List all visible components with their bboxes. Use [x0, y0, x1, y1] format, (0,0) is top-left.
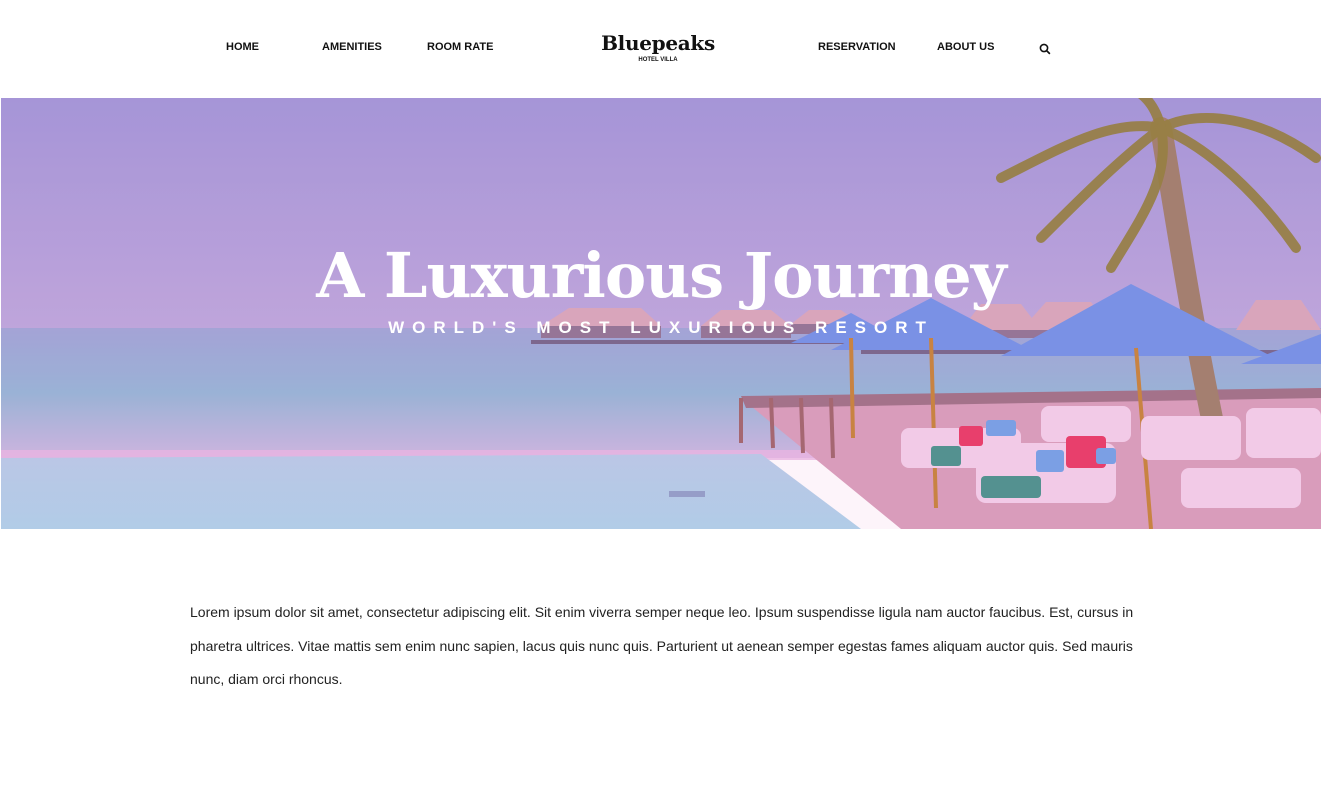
intro-paragraph: Lorem ipsum dolor sit amet, consectetur …: [190, 604, 1134, 687]
site-logo[interactable]: Bluepeaks HOTEL VILLA: [0, 30, 1316, 64]
logo-name: Bluepeaks: [601, 31, 715, 55]
search-icon[interactable]: [1038, 42, 1052, 56]
hero-banner: A Luxurious Journey WORLD'S MOST LUXURIO…: [1, 98, 1321, 529]
hero-title: A Luxurious Journey: [316, 239, 1007, 312]
nav-reservation-link[interactable]: RESERVATION: [818, 41, 896, 53]
top-navigation: HOME AMENITIES ROOM RATE Bluepeaks HOTEL…: [0, 0, 1323, 98]
nav-about-us-link[interactable]: ABOUT US: [937, 41, 994, 53]
logo-subtitle: HOTEL VILLA: [638, 57, 678, 63]
hero-subtitle: WORLD'S MOST LUXURIOUS RESORT: [388, 318, 934, 337]
